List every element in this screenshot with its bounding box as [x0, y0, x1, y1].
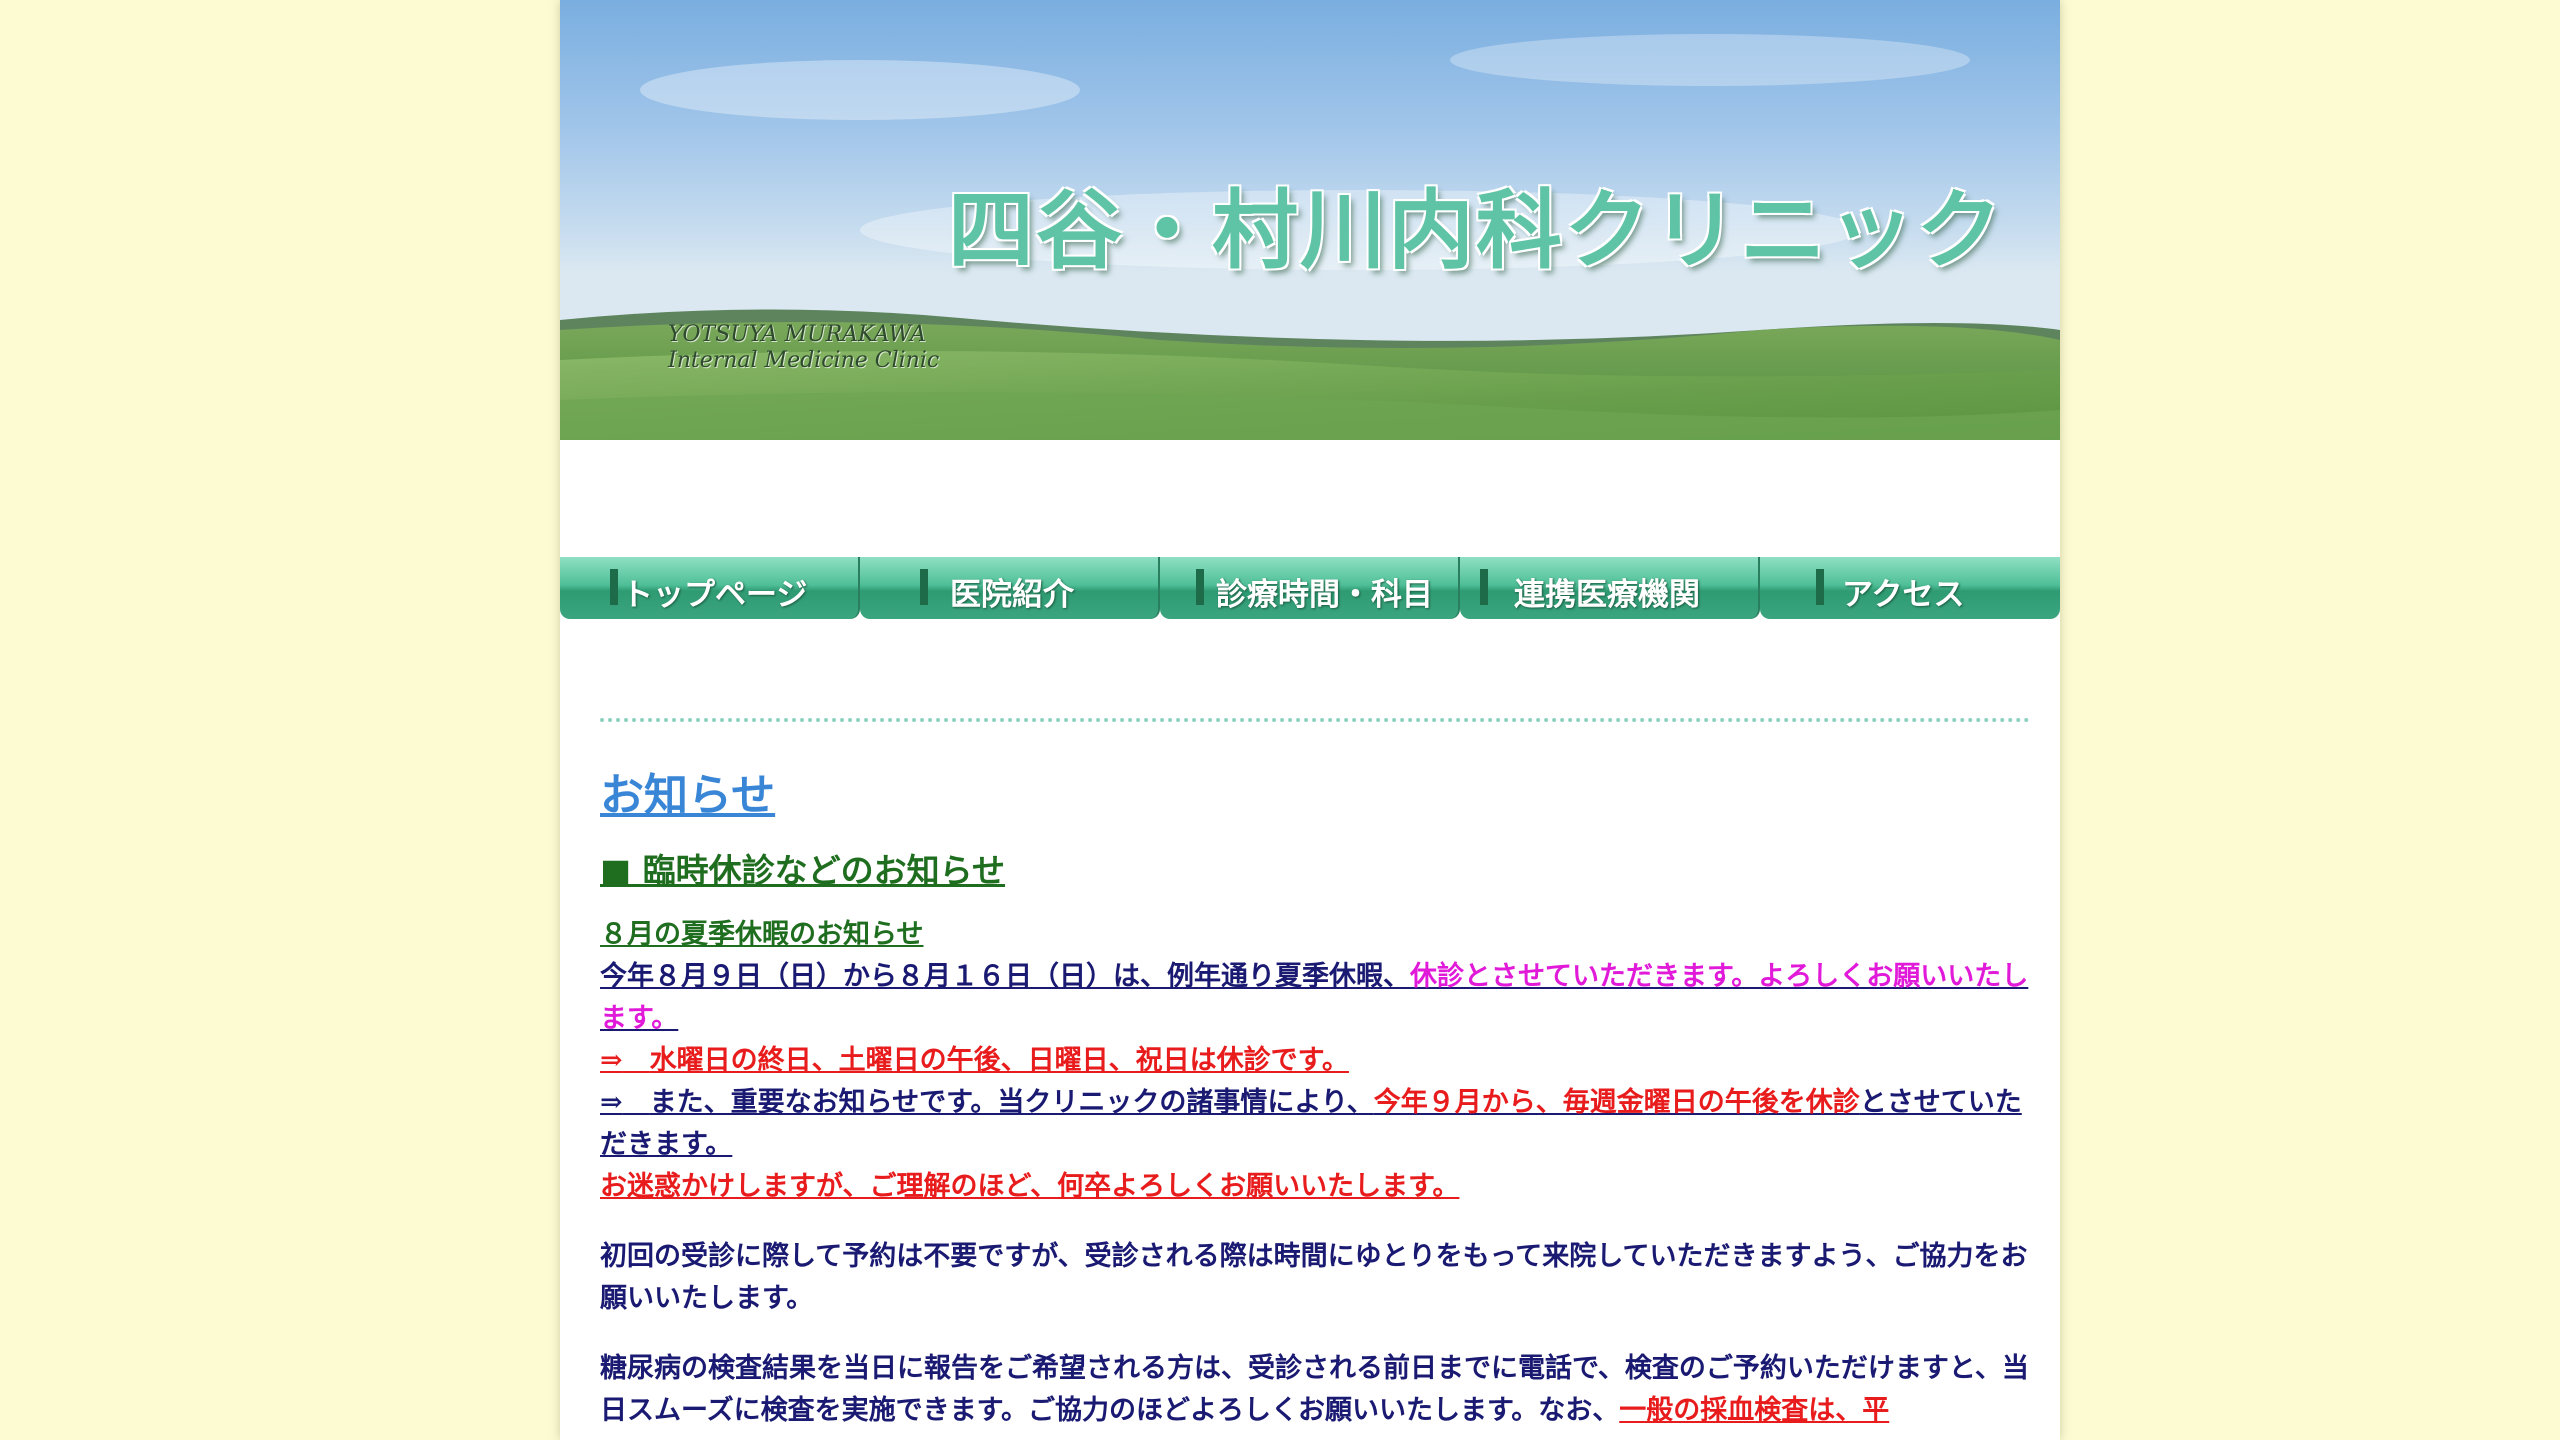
clinic-name-logo: 四谷・村川内科クリニック [948, 181, 2004, 281]
apology-line: お迷惑かけしますが、ご理解のほど、何卒よろしくお願いいたします。 [600, 1171, 1460, 1202]
arrow-icon: ⇒ [600, 1045, 623, 1076]
nav-item-label: 連携医療機関 [1514, 577, 1700, 613]
nav-item-label: トップページ [622, 577, 808, 613]
page-container: 四谷・村川内科クリニック YOTSUYA MURAKAWA Internal M… [560, 0, 2060, 1440]
nav-item-label: 医院紹介 [950, 577, 1074, 613]
nav-marker-icon [920, 569, 928, 605]
important-notice-line: ⇒ また、重要なお知らせです。当クリニックの諸事情により、今年９月から、毎週金曜… [600, 1082, 2030, 1166]
header-banner: 四谷・村川内科クリニック YOTSUYA MURAKAWA Internal M… [560, 0, 2060, 440]
closed-days-line: ⇒ 水曜日の終日、土曜日の午後、日曜日、祝日は休診です。 [600, 1040, 2030, 1082]
nav-marker-icon [1480, 569, 1488, 605]
summer-holiday-text: 今年８月９日（日）から８月１６日（日）は、例年通り夏季休暇、休診とさせていただき… [600, 956, 2030, 1040]
summer-holiday-dates: 今年８月９日（日）から８月１６日（日）は、例年通り夏季休暇、 [600, 961, 1410, 992]
nav-item-hours-departments[interactable]: 診療時間・科目 [1160, 557, 1460, 619]
notice-heading[interactable]: お知らせ [600, 760, 2030, 832]
nav-marker-icon [1816, 569, 1824, 605]
notice-content: お知らせ ■ 臨時休診などのお知らせ ８月の夏季休暇のお知らせ 今年８月９日（日… [600, 760, 2030, 1432]
first-visit-paragraph: 初回の受診に際して予約は不要ですが、受診される際は時間にゆとりをもって来院してい… [600, 1241, 2028, 1314]
arrow-icon: ⇒ [600, 1087, 623, 1118]
notice-subheading: ■ 臨時休診などのお知らせ [600, 851, 1006, 890]
clinic-english-line2: Internal Medicine Clinic [668, 348, 940, 373]
closed-days-text: 水曜日の終日、土曜日の午後、日曜日、祝日は休診です。 [649, 1045, 1349, 1076]
dotted-divider [600, 718, 2030, 722]
nav-item-label: アクセス [1842, 577, 1965, 613]
nav-item-clinic-intro[interactable]: 医院紹介 [860, 557, 1160, 619]
clinic-english-name: YOTSUYA MURAKAWA Internal Medicine Clini… [668, 322, 939, 374]
nav-item-partner-institutions[interactable]: 連携医療機関 [1460, 557, 1760, 619]
nav-item-top-page[interactable]: トップページ [560, 557, 860, 619]
nav-marker-icon [1196, 569, 1204, 605]
diabetes-highlight: 一般の採血検査は、平 [1619, 1395, 1890, 1426]
important-notice-a: また、重要なお知らせです。当クリニックの諸事情により、 [649, 1087, 1374, 1118]
diabetes-paragraph: 糖尿病の検査結果を当日に報告をご希望される方は、受診される前日までに電話で、検査… [600, 1348, 2030, 1432]
nav-marker-icon [610, 569, 618, 605]
nav-item-label: 診療時間・科目 [1216, 577, 1433, 613]
main-nav: トップページ 医院紹介 診療時間・科目 連携医療機関 アクセス [560, 557, 2060, 619]
summer-holiday-title: ８月の夏季休暇のお知らせ [600, 919, 924, 950]
important-notice-b: 今年９月から、毎週金曜日の午後を休診 [1373, 1087, 1860, 1118]
nav-item-access[interactable]: アクセス [1760, 557, 2060, 619]
clinic-english-line1: YOTSUYA MURAKAWA [668, 322, 927, 347]
